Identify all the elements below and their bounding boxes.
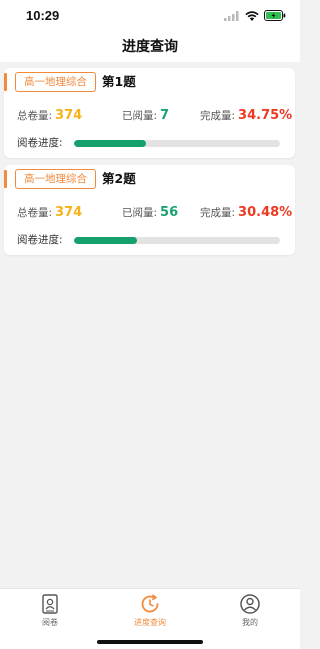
- read-count: 已阅量: 56: [122, 205, 178, 221]
- grading-icon: [42, 594, 58, 614]
- status-bar: 10:29: [0, 0, 300, 32]
- status-time: 10:29: [26, 8, 60, 23]
- tab-progress[interactable]: 进度查询: [100, 593, 200, 628]
- progress-bar: [74, 140, 280, 147]
- done-label: 完成量:: [200, 110, 236, 122]
- tab-label: 我的: [242, 618, 258, 627]
- progress-label: 阅卷进度:: [17, 234, 63, 246]
- subject-tag: 高一地理综合: [15, 72, 96, 92]
- total-label: 总卷量:: [17, 110, 53, 122]
- question-title: 第1题: [102, 74, 136, 89]
- question-title: 第2题: [102, 171, 136, 186]
- page-title: 进度查询: [122, 39, 178, 55]
- signal-icon: [224, 10, 239, 21]
- card-accent-bar: [4, 170, 7, 188]
- progress-label: 阅卷进度:: [17, 137, 63, 149]
- total-label: 总卷量:: [17, 207, 53, 219]
- tab-label: 进度查询: [134, 618, 166, 627]
- completion-rate: 完成量: 34.75%: [200, 108, 292, 124]
- progress-card[interactable]: 高一地理综合 第2题 总卷量: 374 已阅量: 56 完成量: 30.48% 阅卷进…: [4, 165, 295, 255]
- progress-fill: [74, 140, 146, 147]
- read-count: 已阅量: 7: [122, 108, 169, 124]
- tab-profile[interactable]: 我的: [200, 593, 300, 628]
- home-indicator: [97, 640, 203, 644]
- progress-bar: [74, 237, 280, 244]
- profile-icon: [240, 594, 260, 614]
- subject-tag: 高一地理综合: [15, 169, 96, 189]
- battery-charging-icon: [264, 10, 286, 21]
- done-value: 30.48%: [238, 205, 293, 220]
- total-count: 总卷量: 374: [17, 205, 82, 221]
- read-value: 7: [160, 108, 170, 123]
- done-value: 34.75%: [238, 108, 293, 123]
- tab-grading[interactable]: 阅卷: [0, 593, 100, 628]
- status-icons: [224, 10, 286, 21]
- total-count: 总卷量: 374: [17, 108, 82, 124]
- total-value: 374: [55, 205, 83, 220]
- wifi-icon: [245, 10, 259, 21]
- progress-card[interactable]: 高一地理综合 第1题 总卷量: 374 已阅量: 7 完成量: 34.75% 阅卷进度…: [4, 68, 295, 158]
- tab-label: 阅卷: [42, 618, 58, 627]
- progress-fill: [74, 237, 137, 244]
- card-accent-bar: [4, 73, 7, 91]
- completion-rate: 完成量: 30.48%: [200, 205, 292, 221]
- done-label: 完成量:: [200, 207, 236, 219]
- nav-bar: 进度查询: [0, 32, 300, 62]
- read-label: 已阅量:: [122, 207, 158, 219]
- read-value: 56: [160, 205, 179, 220]
- progress-clock-icon: [141, 594, 159, 613]
- read-label: 已阅量:: [122, 110, 158, 122]
- total-value: 374: [55, 108, 83, 123]
